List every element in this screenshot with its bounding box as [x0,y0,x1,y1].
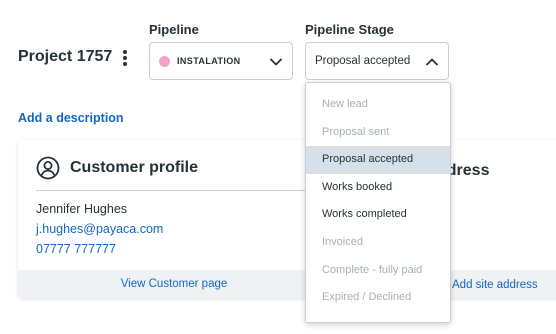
pipeline-label: Pipeline [149,22,199,37]
customer-email-link[interactable]: j.hughes@payaca.com [36,222,163,236]
customer-card-title: Customer profile [70,159,199,176]
customer-card-header: Customer profile [36,156,198,180]
add-site-address-link[interactable]: Add site address [452,279,538,291]
card-divider [36,190,330,191]
chevron-down-icon [270,58,282,66]
pipeline-color-dot [159,55,170,67]
pipeline-select[interactable]: INSTALATION [149,42,293,80]
stage-option[interactable]: Proposal accepted [306,146,450,174]
pipeline-stage-dropdown-menu: New lead Proposal sent Proposal accepted… [305,82,451,323]
customer-card-footer: View Customer page [18,270,330,298]
chevron-up-icon [426,58,438,66]
add-description-link[interactable]: Add a description [18,111,124,125]
stage-option[interactable]: Invoiced [306,229,450,257]
stage-option[interactable]: Complete - fully paid [306,257,450,285]
pipeline-select-value: INSTALATION [177,56,241,66]
pipeline-stage-select-value: Proposal accepted [315,55,411,67]
customer-profile-card: Customer profile Jennifer Hughes j.hughe… [18,140,330,298]
customer-name: Jennifer Hughes [36,202,128,216]
page-title: Project 1757 [18,48,113,65]
user-circle-icon [36,156,60,180]
stage-option[interactable]: Works completed [306,201,450,229]
stage-option[interactable]: New lead [306,91,450,119]
view-customer-page-link[interactable]: View Customer page [121,278,228,290]
stage-option[interactable]: Proposal sent [306,119,450,147]
kebab-menu-icon[interactable] [121,50,129,68]
stage-option[interactable]: Expired / Declined [306,284,450,312]
pipeline-stage-select[interactable]: Proposal accepted [305,42,449,80]
customer-phone-link[interactable]: 07777 777777 [36,242,116,256]
pipeline-stage-label: Pipeline Stage [305,22,394,37]
stage-option[interactable]: Works booked [306,174,450,202]
